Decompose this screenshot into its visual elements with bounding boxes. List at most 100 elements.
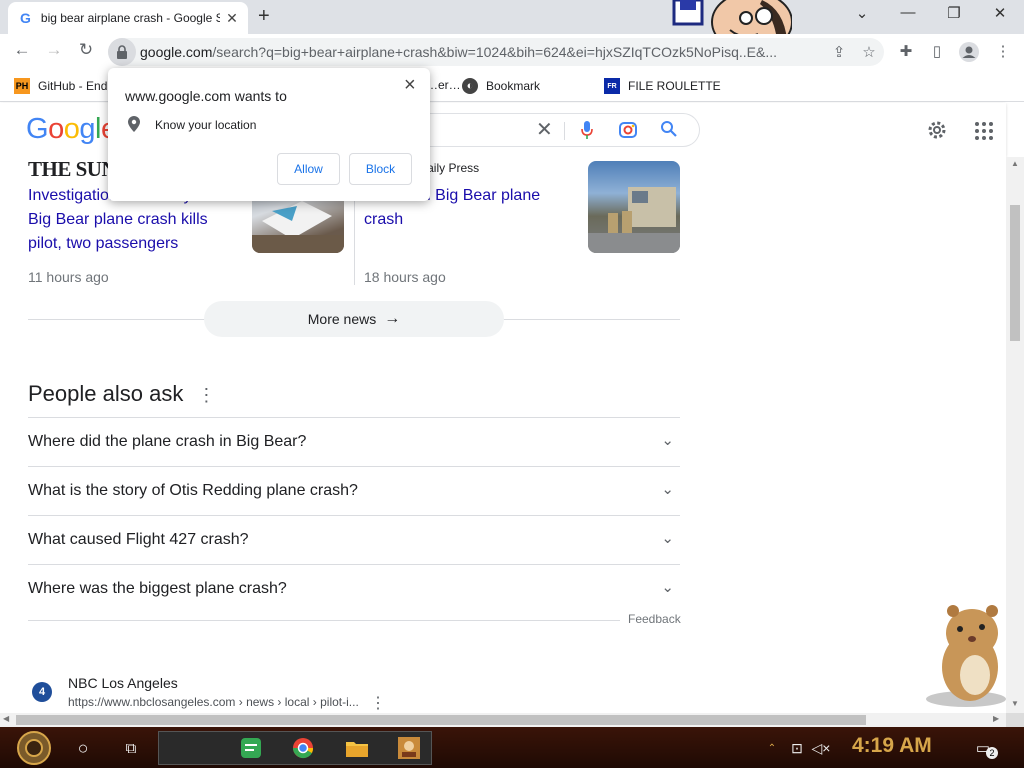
feedback-link[interactable]: Feedback — [620, 612, 681, 626]
bookmark-star-icon[interactable]: ☆ — [854, 43, 884, 61]
minimize-button[interactable]: — — [888, 4, 928, 26]
back-icon[interactable]: ← — [10, 40, 34, 64]
location-permission-popup: www.google.com wants to × Know your loca… — [108, 68, 430, 201]
network-icon[interactable]: ⊡ — [788, 733, 806, 763]
tab-close-icon[interactable]: ✕ — [220, 10, 244, 27]
task-view-icon[interactable]: ⧉ — [118, 733, 144, 763]
arrow-right-icon: → — [384, 310, 401, 327]
more-options-icon[interactable]: ⋮ — [197, 385, 215, 405]
title-bar: G big bear airplane crash - Google Searc… — [0, 0, 1024, 53]
paa-question-text: What is the story of Otis Redding plane … — [28, 482, 358, 499]
start-button[interactable] — [10, 729, 58, 767]
paa-title-label: People also ask — [28, 381, 184, 406]
url-path: /search?q=big+bear+airplane+crash&biw=10… — [212, 44, 778, 60]
news-source-sun[interactable]: THE SUN — [28, 157, 117, 182]
google-favicon-icon: G — [20, 10, 31, 26]
settings-gear-icon[interactable] — [926, 119, 948, 146]
bookmark-github[interactable]: PH GitHub - End — [14, 78, 107, 94]
apps-grid-icon[interactable] — [974, 121, 994, 146]
scroll-left-icon[interactable]: ◀ — [3, 714, 9, 723]
side-panel-icon[interactable]: ▯ — [926, 42, 948, 64]
close-window-button[interactable]: ✕ — [980, 4, 1020, 26]
clear-search-icon[interactable]: ✕ — [536, 117, 553, 142]
divider — [564, 122, 565, 140]
result-site-name[interactable]: NBC Los Angeles — [68, 675, 178, 691]
paa-question-1[interactable]: Where did the plane crash in Big Bear? ⌄ — [28, 417, 680, 466]
chevron-down-icon[interactable]: ⌄ — [661, 578, 674, 596]
forward-icon[interactable]: → — [42, 40, 66, 64]
block-button[interactable]: Block — [349, 153, 412, 185]
file-explorer-icon[interactable] — [344, 733, 370, 763]
result-more-icon[interactable]: ⋮ — [370, 693, 386, 713]
google-logo[interactable]: Google — [26, 113, 117, 146]
app-green-icon[interactable] — [238, 733, 264, 763]
lens-search-icon[interactable] — [618, 120, 638, 145]
bookmark-file-roulette[interactable]: FR FILE ROULETTE — [604, 78, 721, 94]
globe-icon: ◐ — [462, 78, 478, 94]
notifications-icon[interactable]: ▭ 2 — [970, 733, 998, 763]
bookmark-label: Bookmark — [486, 79, 541, 93]
horizontal-scroll-thumb[interactable] — [16, 715, 866, 725]
bookmark-favicon-icon: PH — [14, 78, 30, 94]
chevron-down-icon[interactable]: ⌄ — [661, 431, 674, 449]
browser-toolbar: ← → ↻ google.com/search?q=big+bear+airpl… — [0, 34, 1024, 70]
volume-muted-icon[interactable]: ◁× — [812, 733, 831, 763]
bookmark-label: FILE ROULETTE — [628, 79, 721, 93]
paa-bottom-divider — [28, 620, 620, 621]
search-icon[interactable] — [660, 120, 678, 143]
chevron-down-icon[interactable]: ⌄ — [661, 480, 674, 498]
bookmark-partial[interactable]: …er… — [426, 78, 461, 92]
scrollbar-corner — [1006, 713, 1024, 727]
bookmark-label: …er… — [426, 78, 461, 92]
more-news-label: More news — [307, 311, 377, 327]
popup-close-icon[interactable]: × — [404, 74, 416, 97]
restore-button[interactable]: ❐ — [934, 4, 974, 26]
permission-text: Know your location — [155, 118, 257, 132]
bookmark-item[interactable]: ◐ Bookmark — [462, 78, 540, 94]
url-text[interactable]: google.com/search?q=big+bear+airplane+cr… — [140, 44, 824, 60]
system-clock[interactable]: 4:19 AM — [852, 734, 932, 758]
search-input[interactable]: ✕ — [400, 113, 700, 147]
bookmark-label: GitHub - End — [38, 79, 108, 93]
notification-count: 2 — [986, 747, 998, 759]
app-game-icon[interactable] — [396, 733, 422, 763]
paa-question-4[interactable]: Where was the biggest plane crash? ⌄ — [28, 564, 680, 613]
paa-question-text: What caused Flight 427 crash? — [28, 531, 249, 548]
taskbar: ○ ⧉ ⌃ ⊡ ◁× 4:19 AM ▭ 2 — [0, 727, 1024, 768]
extensions-icon[interactable]: ✚ — [895, 42, 917, 64]
profile-avatar-icon[interactable] — [958, 42, 980, 64]
chevron-down-icon[interactable]: ⌄ — [661, 529, 674, 547]
more-news-button[interactable]: More news → — [204, 301, 504, 337]
vertical-scroll-thumb[interactable] — [1010, 205, 1020, 341]
news-thumbnail-2[interactable] — [588, 161, 680, 253]
tab-search-icon[interactable]: ⌄ — [842, 4, 882, 26]
share-icon[interactable]: ⇪ — [824, 43, 854, 61]
scroll-right-icon[interactable]: ▶ — [993, 714, 999, 723]
search-results: THE SUN Investigation underway after Big… — [0, 157, 1006, 713]
reload-icon[interactable]: ↻ — [74, 40, 98, 64]
allow-button[interactable]: Allow — [277, 153, 340, 185]
file-roulette-favicon-icon: FR — [604, 78, 620, 94]
browser-tab[interactable]: G big bear airplane crash - Google Searc… — [8, 2, 248, 34]
people-also-ask-title: People also ask ⋮ — [28, 381, 215, 407]
tray-overflow-icon[interactable]: ⌃ — [766, 733, 778, 763]
result-url[interactable]: https://www.nbclosangeles.com › news › l… — [68, 695, 359, 709]
lock-icon[interactable] — [108, 38, 136, 66]
paa-question-3[interactable]: What caused Flight 427 crash? ⌄ — [28, 515, 680, 564]
paa-question-text: Where did the plane crash in Big Bear? — [28, 433, 307, 450]
voice-search-icon[interactable] — [580, 120, 594, 145]
new-tab-button[interactable]: + — [258, 5, 270, 28]
scroll-down-icon[interactable]: ▼ — [1011, 699, 1019, 708]
menu-kebab-icon[interactable]: ⋮ — [992, 42, 1014, 64]
horizontal-scrollbar[interactable]: ◀ ▶ — [0, 713, 1006, 727]
scroll-up-icon[interactable]: ▲ — [1011, 159, 1019, 168]
hamster-overlay — [920, 603, 1006, 709]
paa-question-text: Where was the biggest plane crash? — [28, 580, 287, 597]
cortana-search-icon[interactable]: ○ — [70, 733, 96, 763]
location-pin-icon — [128, 116, 140, 137]
news-time-1: 11 hours ago — [28, 269, 109, 285]
paa-question-2[interactable]: What is the story of Otis Redding plane … — [28, 466, 680, 515]
address-bar[interactable]: google.com/search?q=big+bear+airplane+cr… — [108, 38, 884, 66]
vertical-scrollbar[interactable]: ▲ ▼ — [1006, 157, 1024, 713]
chrome-icon[interactable] — [290, 733, 316, 763]
